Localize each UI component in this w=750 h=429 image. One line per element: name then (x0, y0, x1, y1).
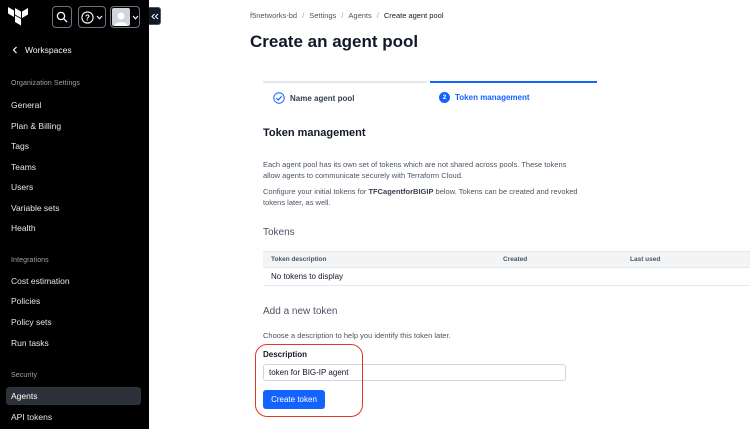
tokens-heading: Tokens (263, 227, 295, 238)
step-2-label: Token management (455, 93, 530, 102)
step-2-bar (430, 81, 597, 83)
avatar (112, 8, 130, 26)
double-chevron-left-icon (150, 13, 158, 19)
search-icon (56, 11, 68, 23)
stepper: Name agent pool 2 Token management (263, 81, 597, 113)
sidebar-item-users[interactable]: Users (6, 178, 141, 196)
step-name-agent-pool[interactable]: Name agent pool (273, 92, 354, 104)
sidebar-item-health[interactable]: Health (6, 219, 141, 237)
search-button[interactable] (52, 6, 72, 28)
sidebar-item-cost-estimation[interactable]: Cost estimation (6, 272, 141, 290)
svg-text:?: ? (85, 13, 90, 22)
sidebar-item-api-tokens[interactable]: API tokens (6, 408, 141, 426)
sidebar-item-policies[interactable]: Policies (6, 292, 141, 310)
sidebar-item-policy-sets[interactable]: Policy sets (6, 313, 141, 331)
col-token-description: Token description (271, 256, 327, 263)
sidebar-item-tags[interactable]: Tags (6, 137, 141, 155)
col-created: Created (503, 256, 528, 263)
sidebar-item-general[interactable]: General (6, 96, 141, 114)
chevron-down-icon (132, 15, 139, 20)
breadcrumb-agents[interactable]: Agents (348, 11, 371, 20)
terraform-logo-icon[interactable] (8, 6, 30, 28)
token-config-text: Configure your initial tokens for TFCage… (263, 187, 578, 207)
create-token-button[interactable]: Create token (263, 390, 325, 409)
chevron-down-icon (96, 15, 103, 20)
step-1-bar (263, 81, 427, 83)
breadcrumb-current: Create agent pool (383, 11, 444, 20)
help-button[interactable]: ? (78, 6, 106, 28)
user-menu-button[interactable] (110, 6, 140, 28)
tokens-table: Token description Created Last used No t… (263, 251, 750, 286)
back-link-label: Workspaces (25, 45, 72, 55)
chevron-left-icon (12, 46, 17, 54)
sidebar-topbar: ? (0, 0, 149, 34)
step-1-label: Name agent pool (290, 93, 355, 103)
sidebar-item-teams[interactable]: Teams (6, 158, 141, 176)
table-row: No tokens to display (263, 268, 750, 286)
help-icon: ? (81, 10, 94, 24)
sidebar-item-plan-billing[interactable]: Plan & Billing (6, 117, 141, 135)
breadcrumb: f5networks-bd / Settings / Agents / Crea… (250, 11, 444, 20)
sidebar: ? Workspaces Organization Settings Gener… (0, 0, 149, 429)
section-title-integrations: Integrations (11, 257, 49, 264)
description-label: Description (263, 350, 308, 359)
main-content: f5networks-bd / Settings / Agents / Crea… (149, 0, 750, 429)
sidebar-item-run-tasks[interactable]: Run tasks (6, 334, 141, 352)
breadcrumb-settings[interactable]: Settings (309, 11, 336, 20)
breadcrumb-org[interactable]: f5networks-bd (250, 11, 297, 20)
add-token-hint: Choose a description to help you identif… (263, 331, 451, 340)
description-input[interactable] (263, 364, 566, 381)
user-icon (114, 12, 128, 26)
step-2-number: 2 (439, 92, 450, 103)
section-title-organization-settings: Organization Settings (11, 80, 81, 87)
step-token-management: 2 Token management (439, 92, 530, 103)
back-to-workspaces-link[interactable]: Workspaces (12, 45, 72, 55)
sidebar-item-variable-sets[interactable]: Variable sets (6, 199, 141, 217)
sidebar-item-agents[interactable]: Agents (6, 387, 141, 405)
add-token-heading: Add a new token (263, 306, 338, 317)
tokens-table-header: Token description Created Last used (263, 251, 750, 268)
section-title-security: Security (11, 372, 38, 379)
check-circle-icon (273, 92, 285, 104)
empty-state-text: No tokens to display (271, 272, 344, 281)
col-last-used: Last used (630, 256, 661, 263)
token-management-heading: Token management (263, 127, 366, 139)
page-title: Create an agent pool (250, 32, 419, 51)
pool-name: TFCagentforBIGIP (368, 187, 434, 196)
collapse-sidebar-button[interactable] (149, 7, 161, 25)
token-management-description: Each agent pool has its own set of token… (263, 160, 567, 180)
